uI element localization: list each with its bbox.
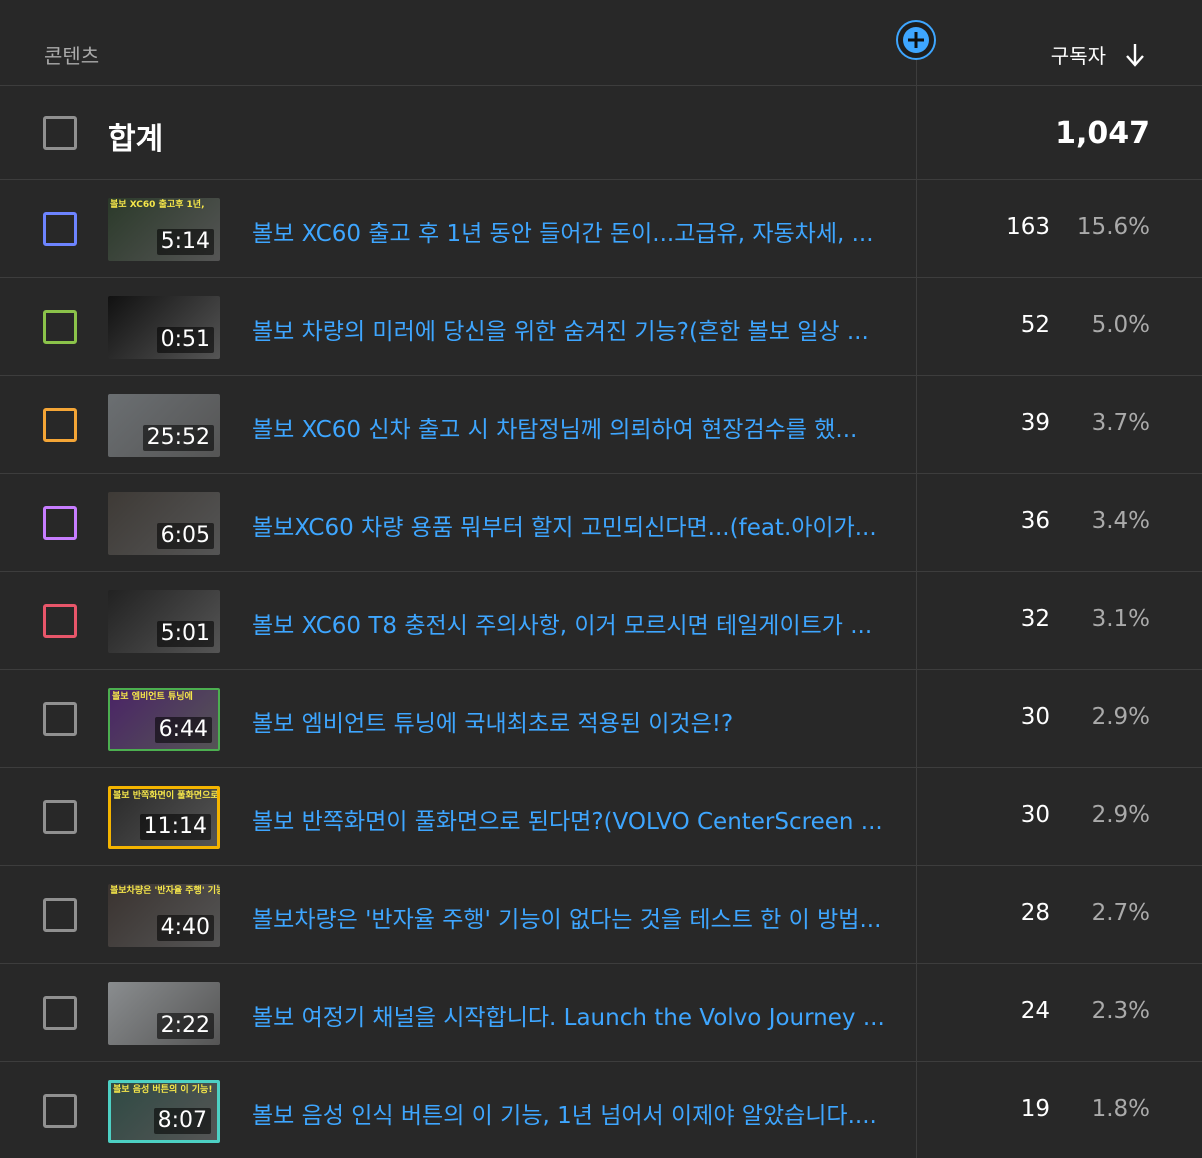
thumbnail-caption: 볼보 반쪽화면이 풀화면으로!: [113, 791, 220, 801]
subscribers-percent: 3.1%: [1091, 606, 1150, 632]
video-thumbnail[interactable]: 5:01: [108, 590, 220, 653]
video-thumbnail[interactable]: 0:51: [108, 296, 220, 359]
video-duration: 6:05: [156, 523, 214, 549]
table-row: 2:22 볼보 여정기 채널을 시작합니다. Launch the Volvo J…: [0, 964, 1202, 1062]
subscribers-percent: 2.9%: [1091, 802, 1150, 828]
video-thumbnail[interactable]: 볼보 XC60 출고후 1년, 5:14: [108, 198, 220, 261]
subscribers-column-label: 구독자: [1050, 44, 1106, 68]
video-thumbnail[interactable]: 볼보 반쪽화면이 풀화면으로! 11:14: [108, 786, 220, 849]
subscribers-value: 28: [1020, 900, 1050, 926]
video-title-link[interactable]: 볼보차량은 '반자율 주행' 기능이 없다는 것을 테스트 한 이 방법...: [252, 900, 900, 934]
video-thumbnail[interactable]: 6:05: [108, 492, 220, 555]
subscribers-sort-header[interactable]: 구독자: [1051, 40, 1146, 69]
subscribers-value: 30: [1020, 704, 1050, 730]
subscribers-value: 36: [1020, 508, 1050, 534]
video-duration: 6:44: [154, 717, 212, 743]
row-checkbox[interactable]: [43, 1094, 77, 1128]
video-title-link[interactable]: 볼보 반쪽화면이 풀화면으로 된다면?(VOLVO CenterScreen .…: [252, 802, 900, 836]
video-thumbnail[interactable]: 볼보 엠비언트 튜닝에 6:44: [108, 688, 220, 751]
video-title-link[interactable]: 볼보 차량의 미러에 당신을 위한 숨겨진 기능?(흔한 볼보 일상 ...: [252, 312, 900, 346]
row-checkbox[interactable]: [43, 800, 77, 834]
subscribers-percent: 2.7%: [1091, 900, 1150, 926]
video-title-link[interactable]: 볼보 엠비언트 튜닝에 국내최초로 적용된 이것은!?: [252, 704, 900, 738]
subscribers-value: 163: [1006, 214, 1050, 240]
table-row: 6:05 볼보XC60 차량 용품 뭐부터 할지 고민되신다면...(feat.아…: [0, 474, 1202, 572]
subscribers-percent: 2.3%: [1091, 998, 1150, 1024]
row-checkbox[interactable]: [43, 212, 77, 246]
table-row: 볼보차량은 '반자율 주행' 기능이4:40볼보차량은 '반자율 주행' 기능이…: [0, 866, 1202, 964]
content-column-label: 콘텐츠: [44, 44, 100, 68]
video-title-link[interactable]: 볼보 여정기 채널을 시작합니다. Launch the Volvo Journ…: [252, 998, 900, 1032]
subscribers-percent: 1.8%: [1091, 1096, 1150, 1122]
row-checkbox[interactable]: [43, 506, 77, 540]
video-duration: 11:14: [139, 814, 211, 840]
subscribers-percent: 3.7%: [1091, 410, 1150, 436]
row-checkbox[interactable]: [43, 408, 77, 442]
add-column-button[interactable]: [896, 20, 936, 60]
total-checkbox[interactable]: [43, 116, 77, 150]
thumbnail-caption: 볼보 음성 버튼의 이 기능!: [113, 1085, 213, 1095]
arrow-down-icon: [1126, 43, 1144, 67]
subscribers-value: 32: [1020, 606, 1050, 632]
subscribers-value: 39: [1020, 410, 1050, 436]
table-row: 볼보 반쪽화면이 풀화면으로! 11:14 볼보 반쪽화면이 풀화면으로 된다면?(…: [0, 768, 1202, 866]
video-thumbnail[interactable]: 2:22: [108, 982, 220, 1045]
video-duration: 0:51: [156, 327, 214, 353]
subscribers-percent: 2.9%: [1091, 704, 1150, 730]
total-label: 합계: [108, 122, 164, 157]
subscribers-value: 19: [1020, 1096, 1050, 1122]
table-row: 0:51 볼보 차량의 미러에 당신을 위한 숨겨진 기능?(흔한 볼보 일상 .…: [0, 278, 1202, 376]
video-duration: 4:40: [156, 915, 214, 941]
video-duration: 25:52: [142, 425, 214, 451]
video-thumbnail[interactable]: 볼보 음성 버튼의 이 기능! 8:07: [108, 1080, 220, 1143]
row-checkbox[interactable]: [43, 604, 77, 638]
video-thumbnail[interactable]: 25:52: [108, 394, 220, 457]
video-title-link[interactable]: 볼보 XC60 신차 출고 시 차탐정님께 의뢰하여 현장검수를 했...: [252, 410, 900, 444]
table-row: 볼보 음성 버튼의 이 기능! 8:07 볼보 음성 인식 버튼의 이 기능, 1년…: [0, 1062, 1202, 1158]
row-checkbox[interactable]: [43, 702, 77, 736]
plus-circle-icon: [903, 27, 929, 53]
video-duration: 5:01: [156, 621, 214, 647]
video-title-link[interactable]: 볼보 XC60 T8 충전시 주의사항, 이거 모르시면 테일게이트가 ...: [252, 606, 900, 640]
total-row: 합계 1,047: [0, 86, 1202, 180]
thumbnail-caption: 볼보 엠비언트 튜닝에: [112, 692, 193, 702]
subscribers-percent: 15.6%: [1076, 214, 1150, 240]
video-title-link[interactable]: 볼보XC60 차량 용품 뭐부터 할지 고민되신다면...(feat.아이가..…: [252, 508, 900, 542]
subscribers-value: 24: [1020, 998, 1050, 1024]
video-duration: 5:14: [156, 229, 214, 255]
subscribers-value: 30: [1020, 802, 1050, 828]
subscribers-percent: 5.0%: [1091, 312, 1150, 338]
video-title-link[interactable]: 볼보 음성 인식 버튼의 이 기능, 1년 넘어서 이제야 알았습니다....: [252, 1096, 900, 1130]
row-checkbox[interactable]: [43, 310, 77, 344]
video-title-link[interactable]: 볼보 XC60 출고 후 1년 동안 들어간 돈이...고급유, 자동차세, .…: [252, 214, 900, 248]
total-value: 1,047: [1055, 116, 1150, 151]
table-row: 5:01 볼보 XC60 T8 충전시 주의사항, 이거 모르시면 테일게이트가 …: [0, 572, 1202, 670]
thumbnail-caption: 볼보차량은 '반자율 주행' 기능이: [110, 886, 220, 896]
table-row: 볼보 엠비언트 튜닝에 6:44 볼보 엠비언트 튜닝에 국내최초로 적용된 이것은…: [0, 670, 1202, 768]
row-checkbox[interactable]: [43, 898, 77, 932]
table-row: 볼보 XC60 출고후 1년, 5:14 볼보 XC60 출고 후 1년 동안 들어…: [0, 180, 1202, 278]
subscribers-percent: 3.4%: [1091, 508, 1150, 534]
video-thumbnail[interactable]: 볼보차량은 '반자율 주행' 기능이 4:40: [108, 884, 220, 947]
table-header: 콘텐츠 구독자: [0, 0, 1202, 86]
subscribers-value: 52: [1020, 312, 1050, 338]
table-row: 25:52 볼보 XC60 신차 출고 시 차탐정님께 의뢰하여 현장검수를 했.…: [0, 376, 1202, 474]
video-duration: 2:22: [156, 1013, 214, 1039]
row-checkbox[interactable]: [43, 996, 77, 1030]
thumbnail-caption: 볼보 XC60 출고후 1년,: [110, 200, 205, 210]
video-duration: 8:07: [153, 1108, 211, 1134]
